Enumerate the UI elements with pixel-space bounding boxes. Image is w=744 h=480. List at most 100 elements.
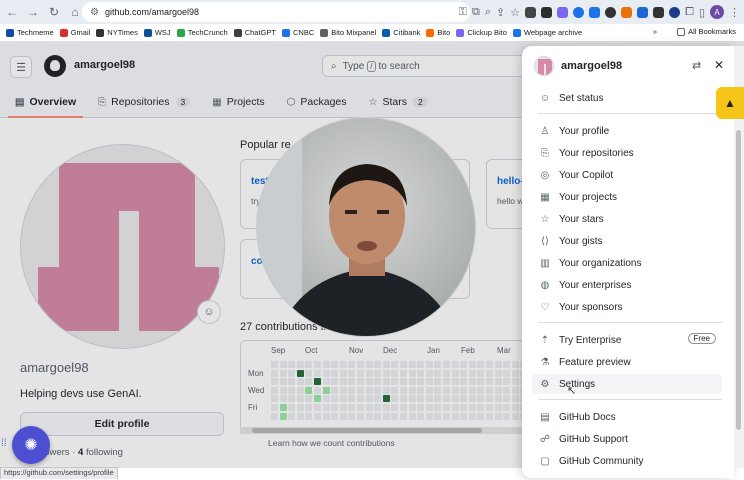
contribution-cell[interactable]	[357, 395, 364, 403]
contribution-cell[interactable]	[417, 412, 425, 420]
contribution-cell[interactable]	[417, 369, 425, 377]
contribution-cell[interactable]	[271, 369, 278, 377]
contribution-cell[interactable]	[382, 361, 390, 368]
contribution-cell[interactable]	[503, 361, 511, 368]
all-bookmarks[interactable]: All Bookmarks	[677, 27, 736, 36]
contribution-cell[interactable]	[451, 361, 459, 368]
share-icon[interactable]: ⇪	[496, 6, 505, 19]
contribution-cell[interactable]	[331, 386, 339, 394]
contribution-cell[interactable]	[382, 386, 390, 394]
contribution-cell[interactable]	[365, 404, 373, 411]
contribution-cell[interactable]	[408, 412, 416, 420]
contribution-cell[interactable]	[391, 395, 399, 403]
bookmark-star-icon[interactable]: ☆	[510, 6, 520, 19]
contribution-cell[interactable]	[443, 369, 450, 377]
contribution-cell[interactable]	[331, 412, 339, 420]
contribution-cell[interactable]	[279, 378, 287, 386]
contribution-cell[interactable]	[339, 378, 347, 386]
contribution-cell[interactable]	[468, 386, 476, 394]
screenshot-icon[interactable]: ⧉	[472, 6, 480, 19]
contribution-cell[interactable]	[314, 412, 321, 420]
contribution-cell[interactable]	[408, 395, 416, 403]
contribution-cell[interactable]	[443, 395, 450, 403]
contribution-cell[interactable]	[314, 378, 321, 386]
contribution-cell[interactable]	[391, 361, 399, 368]
contribution-cell[interactable]	[374, 369, 382, 377]
contribution-cell[interactable]	[494, 378, 502, 386]
contribution-cell[interactable]	[460, 412, 468, 420]
contribution-cell[interactable]	[477, 369, 485, 377]
contribution-cell[interactable]	[511, 361, 519, 368]
contribution-cell[interactable]	[357, 404, 364, 411]
contribution-cell[interactable]	[434, 378, 442, 386]
repo-name-link[interactable]: hello-	[497, 176, 524, 187]
contribution-cell[interactable]	[365, 412, 373, 420]
menu-item-your-repositories[interactable]: ⎘ Your repositories	[532, 143, 722, 163]
contribution-cell[interactable]	[296, 404, 304, 411]
contribution-cell[interactable]	[271, 412, 278, 420]
contribution-cell[interactable]	[365, 386, 373, 394]
contribution-cell[interactable]	[314, 386, 321, 394]
menu-item-your-profile[interactable]: ♙ Your profile	[532, 121, 722, 141]
extension-icon[interactable]	[605, 6, 617, 18]
contribution-cell[interactable]	[511, 395, 519, 403]
contribution-cell[interactable]	[408, 378, 416, 386]
contribution-cell[interactable]	[305, 395, 313, 403]
hamburger-menu-icon[interactable]: ☰	[10, 56, 32, 78]
learn-contributions-link[interactable]: Learn how we count contributions	[268, 438, 395, 448]
contribution-cell[interactable]	[425, 386, 433, 394]
contribution-cell[interactable]	[365, 395, 373, 403]
contribution-cell[interactable]	[400, 404, 407, 411]
extension-icon[interactable]	[653, 6, 665, 18]
contribution-cell[interactable]	[400, 412, 407, 420]
contribution-cell[interactable]	[443, 412, 450, 420]
contribution-cell[interactable]	[339, 404, 347, 411]
contribution-cell[interactable]	[288, 361, 296, 368]
contribution-cell[interactable]	[348, 386, 356, 394]
contribution-cell[interactable]	[279, 361, 287, 368]
contribution-cell[interactable]	[511, 378, 519, 386]
contribution-cell[interactable]	[503, 395, 511, 403]
contribution-cell[interactable]	[408, 386, 416, 394]
contribution-cell[interactable]	[288, 395, 296, 403]
contribution-cell[interactable]	[417, 361, 425, 368]
contribution-cell[interactable]	[486, 395, 493, 403]
search-input[interactable]: ⌕ Type / to search	[322, 55, 532, 77]
contribution-cell[interactable]	[417, 378, 425, 386]
bookmark-item[interactable]: Webpage archive	[512, 28, 582, 37]
menu-item-try-enterprise[interactable]: ⇡ Try Enterprise Free	[532, 330, 722, 350]
contribution-cell[interactable]	[296, 378, 304, 386]
menu-item-your-copilot[interactable]: ◎ Your Copilot	[532, 165, 722, 185]
contribution-cell[interactable]	[477, 412, 485, 420]
contribution-cell[interactable]	[443, 386, 450, 394]
contribution-cell[interactable]	[348, 395, 356, 403]
contribution-cell[interactable]	[486, 369, 493, 377]
extension-icon[interactable]	[637, 6, 649, 18]
extension-icon[interactable]	[557, 6, 569, 18]
tab-repositories[interactable]: ⎘ Repositories 3	[91, 86, 197, 118]
menu-item-github-community[interactable]: ▢ GitHub Community	[532, 451, 722, 471]
drag-handle-icon[interactable]: ⁞⁞	[1, 438, 7, 449]
contribution-cell[interactable]	[331, 378, 339, 386]
panel-scrollbar-thumb[interactable]	[736, 130, 741, 430]
contribution-cell[interactable]	[425, 395, 433, 403]
contribution-cell[interactable]	[288, 378, 296, 386]
contribution-cell[interactable]	[296, 395, 304, 403]
contribution-cell[interactable]	[314, 404, 321, 411]
contribution-cell[interactable]	[408, 361, 416, 368]
contribution-cell[interactable]	[296, 386, 304, 394]
reading-list-icon[interactable]: ▯	[699, 6, 705, 19]
contribution-cell[interactable]	[468, 378, 476, 386]
contribution-cell[interactable]	[322, 404, 330, 411]
contribution-cell[interactable]	[305, 412, 313, 420]
contribution-cell[interactable]	[339, 386, 347, 394]
menu-item-your-projects[interactable]: ▦ Your projects	[532, 187, 722, 207]
contribution-cell[interactable]	[331, 369, 339, 377]
extension-icon[interactable]	[621, 6, 633, 18]
contribution-cell[interactable]	[348, 412, 356, 420]
contribution-cell[interactable]	[486, 378, 493, 386]
bookmark-item[interactable]: CNBC	[281, 28, 314, 37]
contribution-cell[interactable]	[494, 404, 502, 411]
contribution-cell[interactable]	[374, 404, 382, 411]
contribution-cell[interactable]	[486, 361, 493, 368]
